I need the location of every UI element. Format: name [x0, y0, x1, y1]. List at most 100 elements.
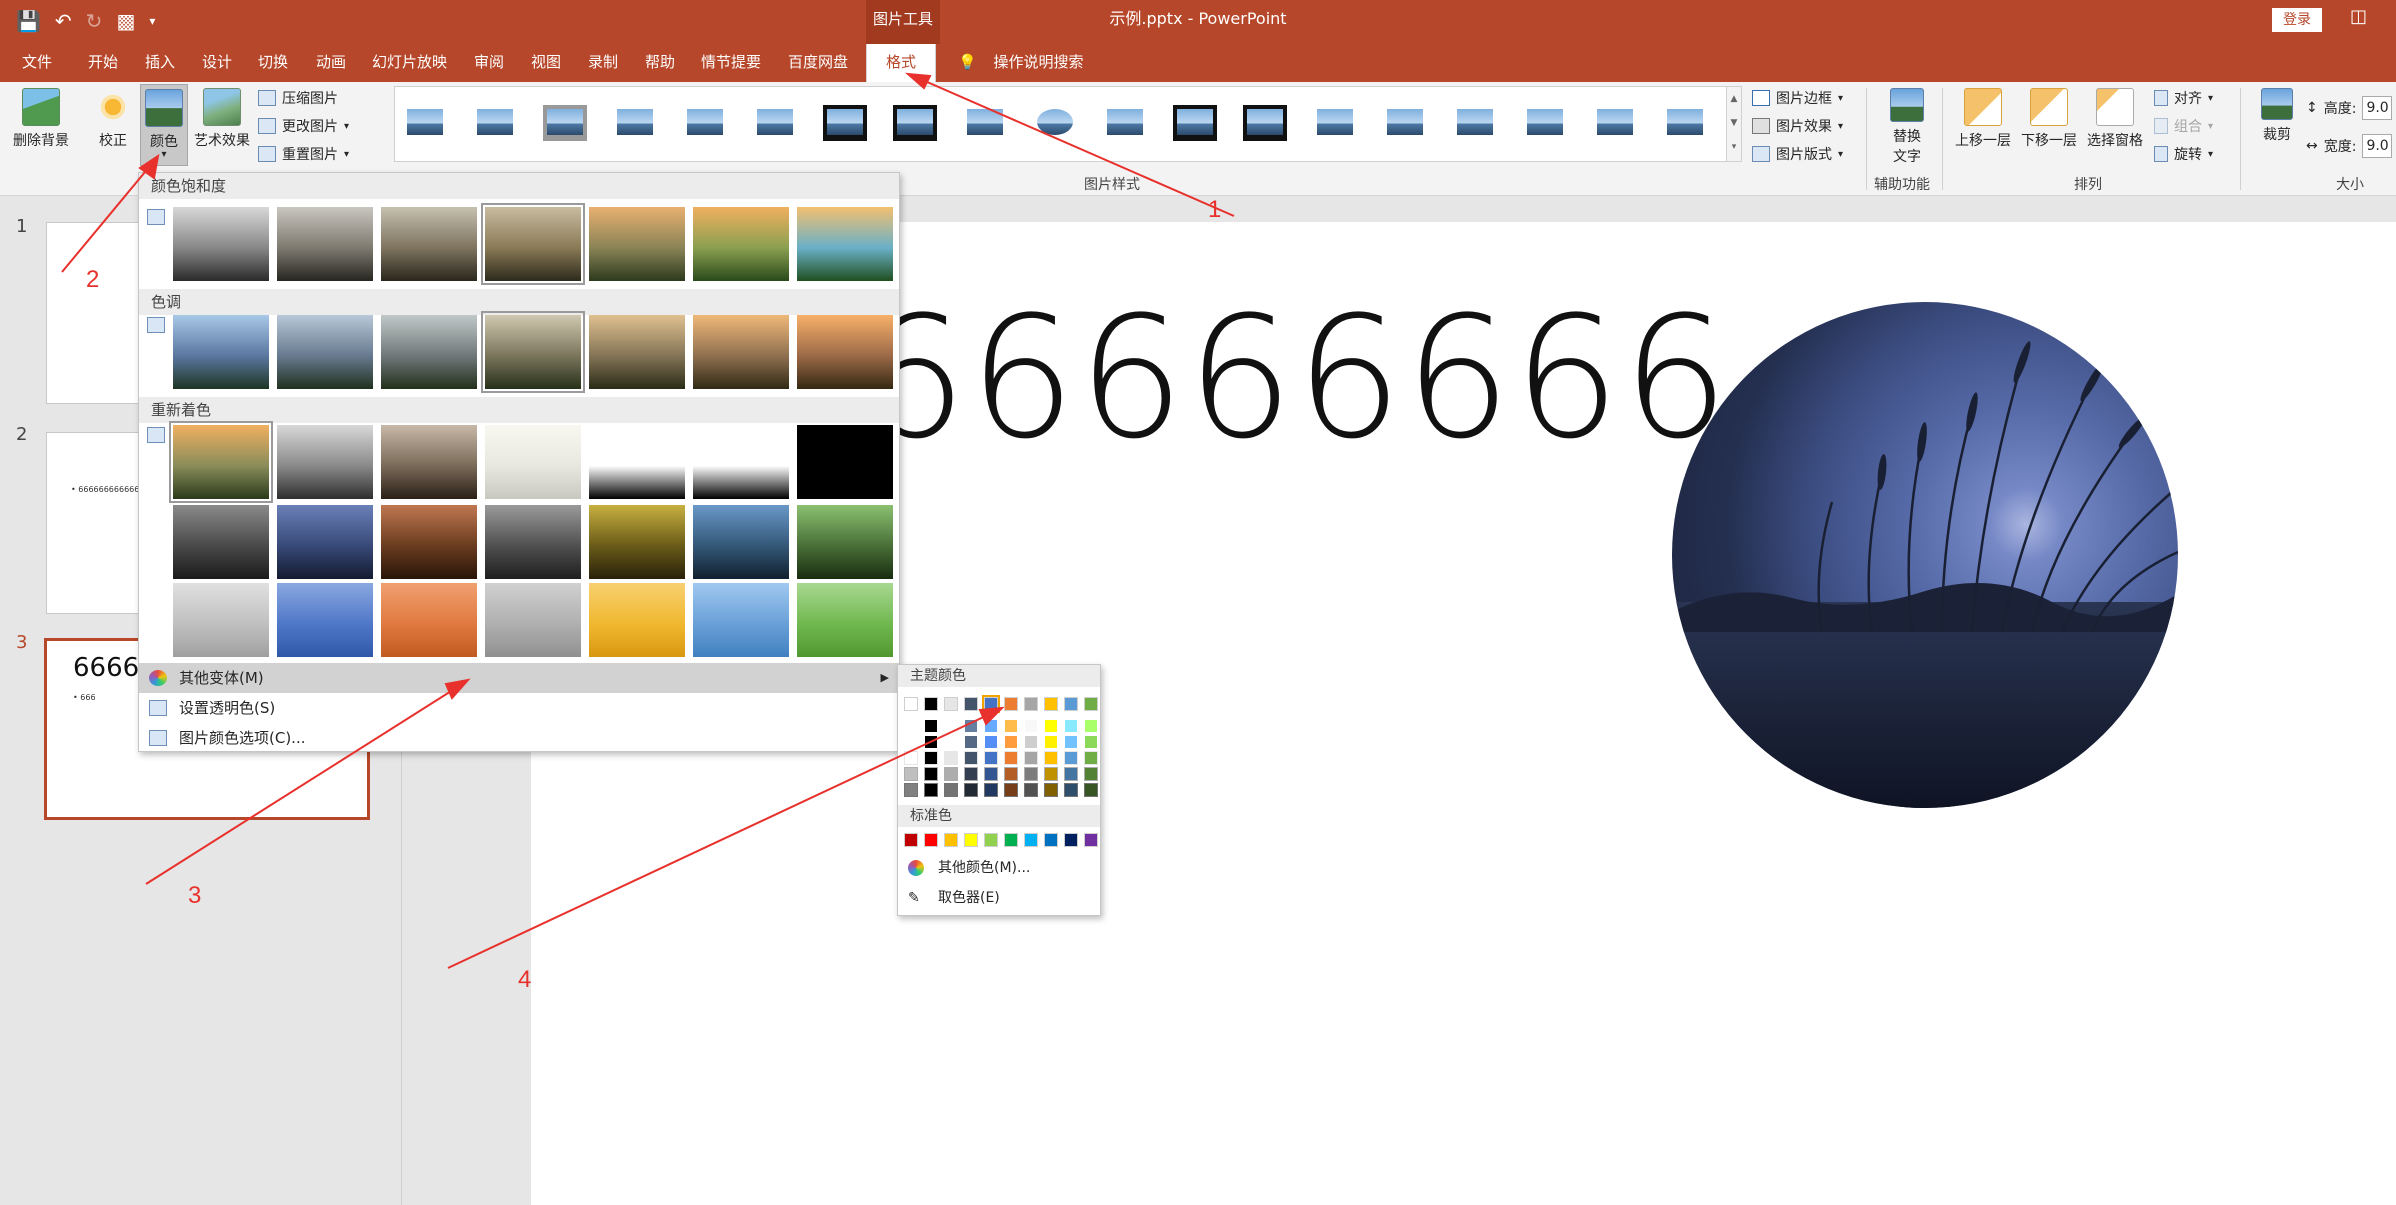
- theme-color-shade[interactable]: [924, 719, 938, 733]
- picture-style-option[interactable]: [1173, 105, 1217, 141]
- theme-color-shade[interactable]: [904, 751, 918, 765]
- picture-style-option[interactable]: [683, 105, 727, 141]
- color-variant-thumbnail[interactable]: [277, 505, 373, 579]
- picture-style-option[interactable]: [823, 105, 867, 141]
- color-variant-thumbnail[interactable]: [797, 505, 893, 579]
- tab-12[interactable]: 情节提要: [701, 44, 761, 82]
- color-variant-thumbnail[interactable]: [277, 207, 373, 281]
- theme-color-shade[interactable]: [944, 783, 958, 797]
- tab-10[interactable]: 录制: [588, 44, 618, 82]
- color-variant-thumbnail[interactable]: [797, 207, 893, 281]
- theme-color-shade[interactable]: [904, 735, 918, 749]
- theme-color-swatch[interactable]: [1064, 697, 1078, 711]
- standard-color-swatch[interactable]: [1084, 833, 1098, 847]
- picture-style-option[interactable]: [963, 105, 1007, 141]
- redo-icon[interactable]: ↻: [86, 8, 103, 34]
- compress-pictures-button[interactable]: 压缩图片: [258, 88, 338, 108]
- theme-color-shade[interactable]: [1044, 719, 1058, 733]
- tab-11[interactable]: 帮助: [645, 44, 675, 82]
- theme-color-shade[interactable]: [964, 751, 978, 765]
- color-variant-thumbnail[interactable]: [693, 583, 789, 657]
- picture-style-option[interactable]: [1453, 105, 1497, 141]
- color-variant-thumbnail[interactable]: [381, 315, 477, 389]
- tab-7[interactable]: 幻灯片放映: [372, 44, 447, 82]
- theme-color-shade[interactable]: [1004, 751, 1018, 765]
- theme-color-shade[interactable]: [904, 767, 918, 781]
- customize-qat-icon[interactable]: ▾: [149, 8, 155, 34]
- theme-color-shade[interactable]: [964, 719, 978, 733]
- theme-color-shade[interactable]: [904, 783, 918, 797]
- standard-color-swatch[interactable]: [924, 833, 938, 847]
- color-variant-thumbnail[interactable]: [693, 207, 789, 281]
- color-variant-thumbnail[interactable]: [173, 505, 269, 579]
- theme-color-shade[interactable]: [964, 767, 978, 781]
- remove-background-button[interactable]: 删除背景: [6, 88, 76, 150]
- picture-style-option[interactable]: [1033, 105, 1077, 141]
- color-variant-thumbnail[interactable]: [173, 207, 269, 281]
- set-transparent-color-item[interactable]: 设置透明色(S): [139, 693, 899, 723]
- more-colors-item[interactable]: 其他颜色(M)...: [898, 855, 1100, 881]
- theme-color-shade[interactable]: [1064, 767, 1078, 781]
- color-variant-thumbnail[interactable]: [481, 311, 585, 393]
- selection-pane-button[interactable]: 选择窗格: [2082, 88, 2148, 150]
- tab-8[interactable]: 审阅: [474, 44, 504, 82]
- send-backward-button[interactable]: 下移一层: [2016, 88, 2082, 150]
- theme-color-shade[interactable]: [1044, 767, 1058, 781]
- save-icon[interactable]: 💾: [16, 8, 41, 34]
- color-variant-thumbnail[interactable]: [277, 583, 373, 657]
- picture-layout-button[interactable]: 图片版式 ▾: [1752, 144, 1843, 164]
- theme-color-swatch[interactable]: [944, 697, 958, 711]
- tab-14[interactable]: 格式: [866, 44, 936, 82]
- color-variant-thumbnail[interactable]: [381, 207, 477, 281]
- picture-styles-gallery[interactable]: [394, 86, 1742, 162]
- standard-color-swatch[interactable]: [904, 833, 918, 847]
- reset-picture-button[interactable]: 重置图片 ▾: [258, 144, 349, 164]
- slide-title-text[interactable]: 66666666: [860, 280, 1731, 476]
- tab-13[interactable]: 百度网盘: [788, 44, 848, 82]
- standard-color-swatch[interactable]: [1004, 833, 1018, 847]
- rotate-button[interactable]: 旋转 ▾: [2154, 144, 2213, 164]
- tab-5[interactable]: 切换: [258, 44, 288, 82]
- standard-color-swatch[interactable]: [984, 833, 998, 847]
- ribbon-display-icon[interactable]: ◫: [2350, 6, 2367, 27]
- theme-color-shade[interactable]: [1064, 719, 1078, 733]
- theme-color-shade[interactable]: [924, 735, 938, 749]
- color-variant-thumbnail[interactable]: [381, 583, 477, 657]
- theme-color-shade[interactable]: [984, 751, 998, 765]
- standard-color-swatch[interactable]: [944, 833, 958, 847]
- theme-color-shade[interactable]: [984, 767, 998, 781]
- color-variant-thumbnail[interactable]: [589, 425, 685, 499]
- theme-color-shade[interactable]: [904, 719, 918, 733]
- color-variant-thumbnail[interactable]: [481, 203, 585, 285]
- theme-color-shade[interactable]: [924, 767, 938, 781]
- theme-color-shade[interactable]: [944, 719, 958, 733]
- theme-color-swatch[interactable]: [904, 697, 918, 711]
- color-variant-thumbnail[interactable]: [693, 505, 789, 579]
- width-input[interactable]: 9.0: [2362, 134, 2393, 158]
- standard-color-swatch[interactable]: [964, 833, 978, 847]
- color-variant-thumbnail[interactable]: [173, 583, 269, 657]
- color-variant-thumbnail[interactable]: [589, 207, 685, 281]
- change-picture-button[interactable]: 更改图片 ▾: [258, 116, 349, 136]
- eyedropper-item[interactable]: ✎ 取色器(E): [898, 885, 1100, 911]
- color-variant-thumbnail[interactable]: [797, 583, 893, 657]
- theme-color-shade[interactable]: [924, 751, 938, 765]
- picture-style-option[interactable]: [1103, 105, 1147, 141]
- color-variant-thumbnail[interactable]: [173, 315, 269, 389]
- picture-style-option[interactable]: [1243, 105, 1287, 141]
- theme-color-shade[interactable]: [1084, 735, 1098, 749]
- picture-effects-button[interactable]: 图片效果 ▾: [1752, 116, 1843, 136]
- gallery-scroll[interactable]: ▲ ▼ ▾: [1726, 86, 1742, 162]
- theme-color-swatch[interactable]: [964, 697, 978, 711]
- theme-color-shade[interactable]: [944, 735, 958, 749]
- theme-color-swatch[interactable]: [1004, 697, 1018, 711]
- align-button[interactable]: 对齐 ▾: [2154, 88, 2213, 108]
- theme-color-swatch[interactable]: [1024, 697, 1038, 711]
- color-variant-thumbnail[interactable]: [485, 425, 581, 499]
- tab-9[interactable]: 视图: [531, 44, 561, 82]
- theme-color-shade[interactable]: [964, 735, 978, 749]
- theme-color-shade[interactable]: [964, 783, 978, 797]
- color-variant-thumbnail[interactable]: [693, 425, 789, 499]
- theme-color-shade[interactable]: [1004, 719, 1018, 733]
- theme-color-swatch[interactable]: [1044, 697, 1058, 711]
